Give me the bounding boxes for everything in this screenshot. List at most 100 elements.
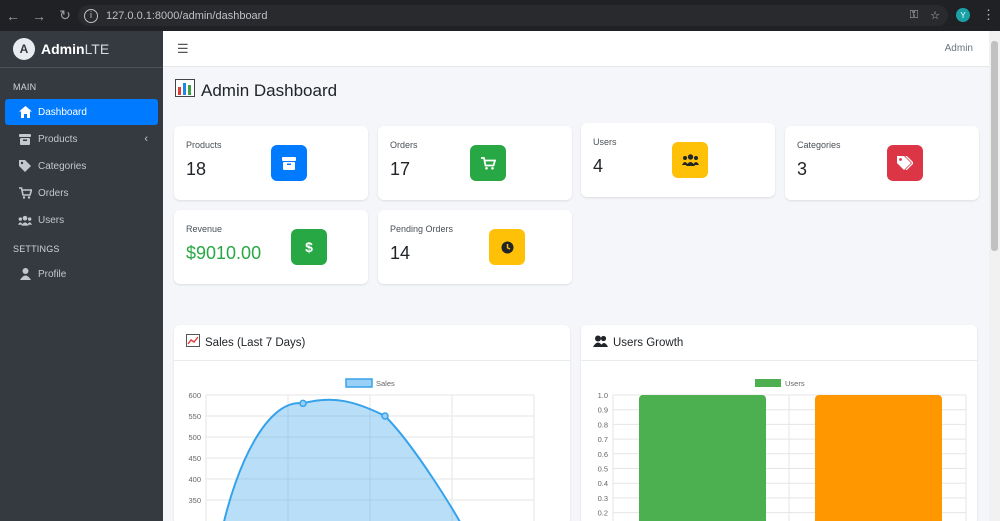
stat-label: Users [593,137,617,147]
legend-label: Users [785,379,805,388]
legend-swatch [755,379,781,387]
sidebar-item-orders[interactable]: Orders [5,180,158,206]
browser-menu-icon[interactable]: ⋮ [982,7,995,23]
box-icon [18,133,32,145]
y-tick-label: 0.3 [598,494,608,503]
page-title-text: Admin Dashboard [201,80,338,100]
stat-value: $9010.00 [186,243,262,263]
stat-label: Orders [390,140,418,150]
stat-label: Products [186,140,222,150]
y-tick-label: 350 [188,496,201,505]
cart-icon [18,187,32,199]
stat-label: Categories [797,140,841,150]
sales-panel: Sales (Last 7 Days) Sales 600 550 500 450 400… [174,325,570,521]
stat-card-revenue[interactable]: Revenue $9010.00 $ [174,210,368,284]
line-chart-icon [186,333,200,352]
sidebar-item-categories[interactable]: Categories [5,153,158,179]
clock-icon [489,229,525,265]
legend-label: Sales [376,379,395,388]
chevron-left-icon: ‹ [144,133,148,145]
sidebar-item-products[interactable]: Products ‹ [5,126,158,152]
top-navbar: ☰ Admin [163,31,989,67]
stat-label: Revenue [186,224,223,234]
site-info-icon[interactable]: i [84,8,98,23]
sales-point [381,412,389,420]
stat-value: 4 [593,156,604,176]
brand-text: AdminLTE [41,41,110,57]
hamburger-icon[interactable]: ☰ [177,41,189,57]
y-tick-label: 600 [188,391,201,400]
y-tick-label: 550 [188,412,201,421]
stat-card-products[interactable]: Products 18 [174,126,368,200]
sidebar-item-label: Profile [38,268,67,280]
page-scrollbar[interactable] [989,31,1000,521]
y-tick-label: 0.4 [598,479,608,488]
address-bar[interactable]: i 127.0.0.1:8000/admin/dashboard ⚿ ☆ [78,5,948,26]
stat-card-users[interactable]: Users 4 [581,123,775,197]
y-tick-label: 1.0 [598,391,608,400]
sidebar-item-profile[interactable]: Profile [5,261,158,287]
main-content: ☰ Admin Admin Dashboard Products 18 Orde… [163,31,989,521]
sidebar-item-label: Categories [38,160,87,172]
bar-chart-icon [175,79,195,102]
sidebar-item-label: Dashboard [38,106,87,118]
stat-card-pending-orders[interactable]: Pending Orders 14 [378,210,572,284]
y-tick-label: 500 [188,433,201,442]
users-panel-title: Users Growth [613,336,684,349]
browser-toolbar: ← → ↻ i 127.0.0.1:8000/admin/dashboard ⚿… [0,0,1000,31]
sidebar-item-label: Orders [38,187,69,199]
y-tick-label: 0.6 [598,450,608,459]
y-tick-label: 0.9 [598,406,608,415]
cart-icon [470,145,506,181]
users-icon [672,142,708,178]
users-bar [815,395,942,521]
users-chart: Users 1.0 0.9 0.8 0.7 0.6 0.5 0.4 0.3 0.2 [598,379,967,521]
sales-panel-title: Sales (Last 7 Days) [205,336,306,349]
tags-icon [887,145,923,181]
url-text: 127.0.0.1:8000/admin/dashboard [106,9,268,22]
key-icon[interactable]: ⚿ [910,9,918,22]
home-icon [18,106,32,118]
page-title: Admin Dashboard [175,79,337,102]
tags-icon [18,160,32,172]
sidebar: A AdminLTE MAIN Dashboard Products ‹ Cat… [0,31,163,521]
y-tick-label: 0.7 [598,435,608,444]
stat-label: Pending Orders [390,224,454,234]
nav-header-settings: SETTINGS [13,244,60,254]
users-icon [18,214,32,226]
y-tick-label: 0.8 [598,420,608,429]
user-icon [18,268,32,280]
box-icon [271,145,307,181]
users-panel-header: Users Growth [581,325,977,361]
scrollbar-thumb[interactable] [991,41,998,251]
y-tick-label: 450 [188,454,201,463]
users-bar [639,395,766,521]
sales-panel-header: Sales (Last 7 Days) [174,325,570,361]
stat-card-orders[interactable]: Orders 17 [378,126,572,200]
y-tick-label: 0.5 [598,465,608,474]
brand-logo: A [13,38,35,60]
sidebar-item-label: Products [38,133,78,145]
sidebar-item-users[interactable]: Users [5,207,158,233]
y-tick-label: 400 [188,475,201,484]
back-icon[interactable]: ← [0,0,26,31]
forward-icon[interactable]: → [26,0,52,31]
stat-value: 17 [390,159,411,179]
sidebar-item-dashboard[interactable]: Dashboard [5,99,158,125]
legend-swatch [345,378,373,388]
topnav-user[interactable]: Admin [945,43,973,54]
sales-chart: Sales 600 550 500 450 400 350 [188,378,535,521]
nav-header-main: MAIN [13,82,37,92]
sales-point [299,399,307,408]
brand[interactable]: A AdminLTE [0,31,163,68]
sales-area [224,399,460,521]
users-growth-panel: Users Growth Users 1.0 0.9 0.8 0.7 0.6 0.5 0.4 0… [581,325,977,521]
profile-avatar[interactable]: Y [956,8,970,22]
y-tick-label: 0.2 [598,509,608,518]
reload-icon[interactable]: ↻ [52,0,78,31]
stat-card-categories[interactable]: Categories 3 [785,126,979,200]
star-icon[interactable]: ☆ [930,9,940,22]
stat-value: 14 [390,243,411,263]
sidebar-item-label: Users [38,214,65,226]
stat-value: 18 [186,159,207,179]
